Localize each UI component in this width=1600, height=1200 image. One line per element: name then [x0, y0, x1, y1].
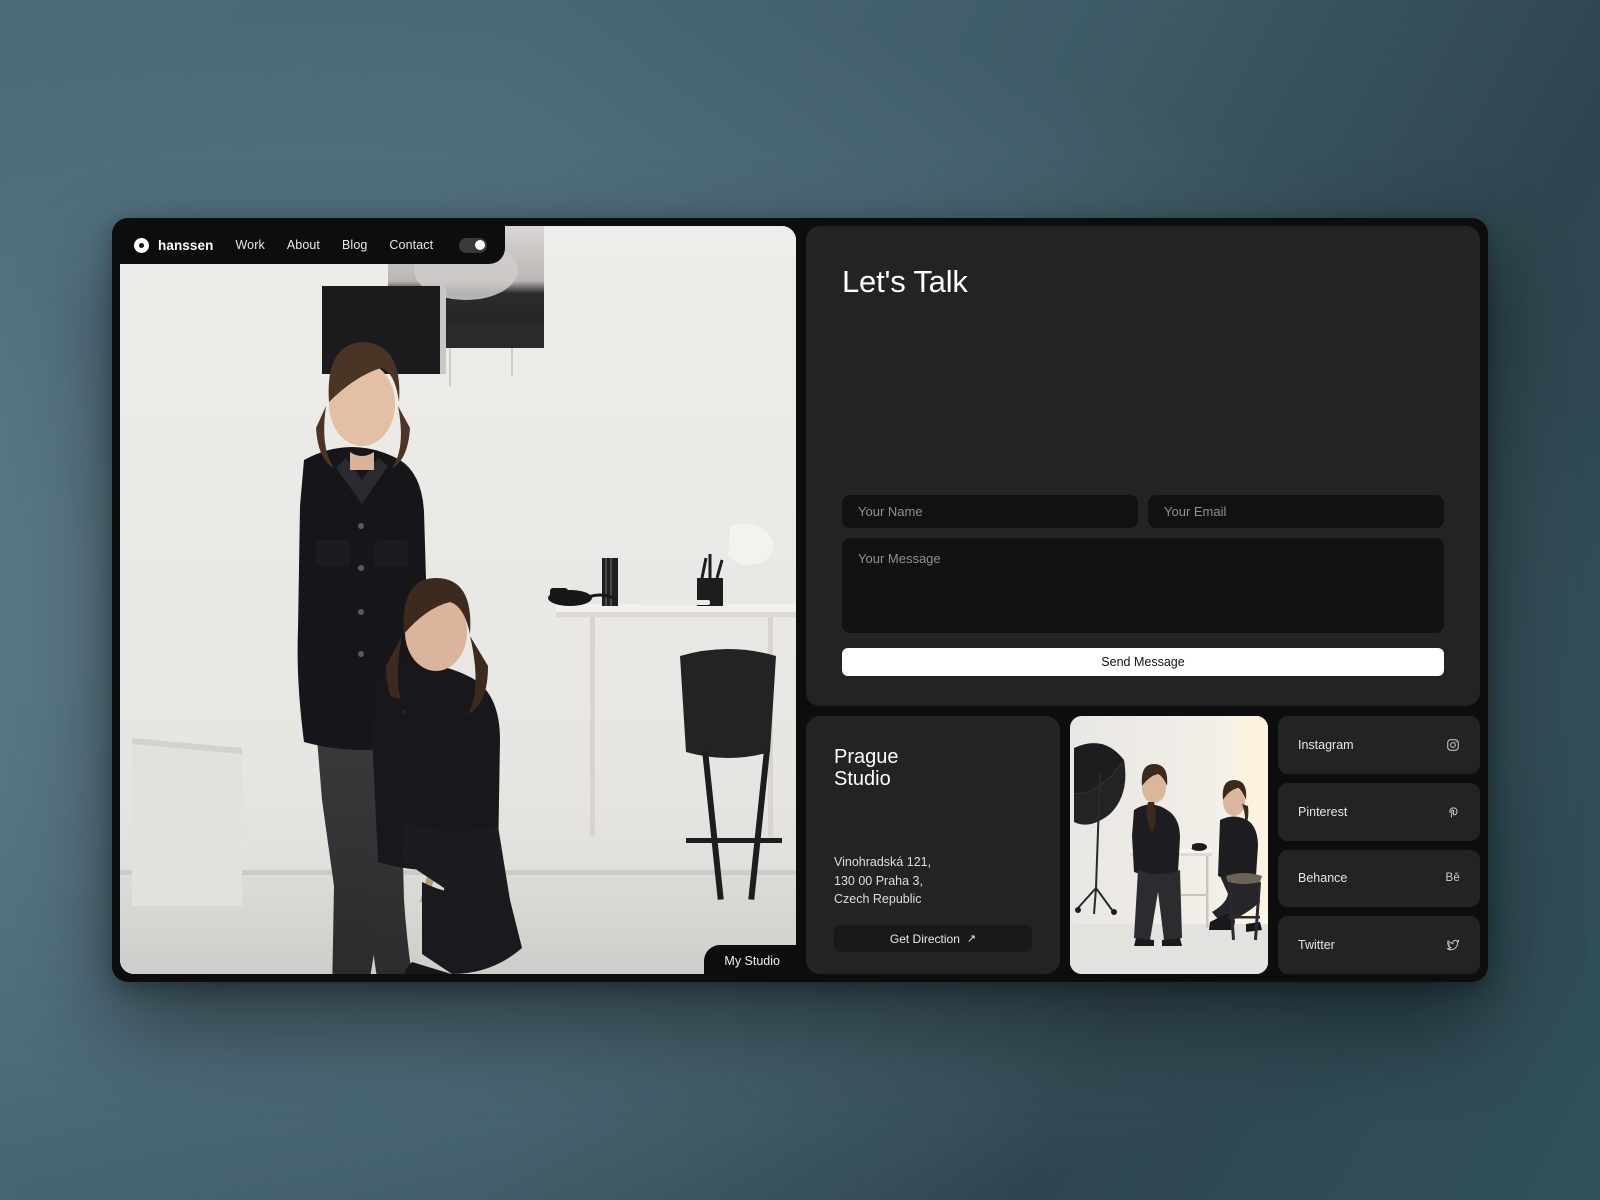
address-line-1: Vinohradská 121, — [834, 854, 932, 869]
name-input[interactable] — [842, 495, 1138, 528]
pinterest-icon — [1446, 805, 1460, 819]
twitter-icon — [1446, 938, 1460, 952]
contact-form: Send Message — [842, 495, 1444, 676]
get-direction-button[interactable]: Get Direction ↗ — [834, 925, 1032, 952]
arrow-up-right-icon: ↗ — [966, 933, 977, 945]
message-input[interactable] — [842, 538, 1444, 633]
contact-card: Let's Talk Send Message — [806, 226, 1480, 706]
ring-logo-icon — [134, 237, 149, 253]
instagram-icon — [1446, 738, 1460, 752]
social-links: Instagram Pinterest Behance Bē Twitter — [1278, 716, 1480, 974]
nav-link-work[interactable]: Work — [235, 238, 264, 252]
address-lines: Vinohradská 121, 130 00 Praha 3, Czech R… — [834, 853, 1032, 909]
hero-image — [120, 226, 796, 974]
studio-photo — [1070, 716, 1268, 974]
address-title-line2: Studio — [834, 768, 891, 791]
theme-toggle[interactable] — [459, 237, 488, 253]
social-label-instagram: Instagram — [1298, 737, 1354, 752]
social-label-twitter: Twitter — [1298, 938, 1335, 953]
address-line-3: Czech Republic — [834, 892, 922, 907]
my-studio-tab[interactable]: My Studio — [704, 945, 796, 974]
nav-link-blog[interactable]: Blog — [342, 238, 367, 252]
bottom-row: Prague Studio Vinohradská 121, 130 00 Pr… — [806, 716, 1480, 974]
address-line-2: 130 00 Praha 3, — [834, 873, 923, 888]
my-studio-label: My Studio — [724, 954, 780, 968]
hero-column: hanssen Work About Blog Contact My Studi… — [120, 226, 796, 974]
brand-logo[interactable]: hanssen — [134, 237, 214, 253]
toggle-knob — [474, 240, 485, 250]
navbar: hanssen Work About Blog Contact — [120, 226, 506, 264]
get-direction-label: Get Direction — [889, 931, 960, 946]
nav-link-contact[interactable]: Contact — [389, 238, 433, 252]
send-message-button[interactable]: Send Message — [842, 648, 1444, 676]
app-window: hanssen Work About Blog Contact My Studi… — [112, 218, 1488, 982]
address-title: Prague Studio — [834, 746, 1032, 791]
brand-name: hanssen — [158, 237, 214, 253]
name-email-row — [842, 495, 1444, 528]
social-link-behance[interactable]: Behance Bē — [1278, 849, 1480, 908]
social-label-behance: Behance — [1298, 871, 1348, 886]
social-link-twitter[interactable]: Twitter — [1278, 916, 1480, 974]
social-label-pinterest: Pinterest — [1298, 804, 1348, 819]
social-link-instagram[interactable]: Instagram — [1278, 716, 1480, 774]
email-input[interactable] — [1148, 495, 1444, 528]
social-link-pinterest[interactable]: Pinterest — [1278, 782, 1480, 841]
address-title-line1: Prague — [834, 746, 899, 768]
page-title: Let's Talk — [842, 264, 968, 299]
behance-icon: Bē — [1445, 872, 1460, 885]
address-card: Prague Studio Vinohradská 121, 130 00 Pr… — [806, 716, 1060, 974]
nav-link-about[interactable]: About — [287, 238, 320, 252]
right-column: Let's Talk Send Message Prague Studio Vi — [806, 226, 1480, 974]
